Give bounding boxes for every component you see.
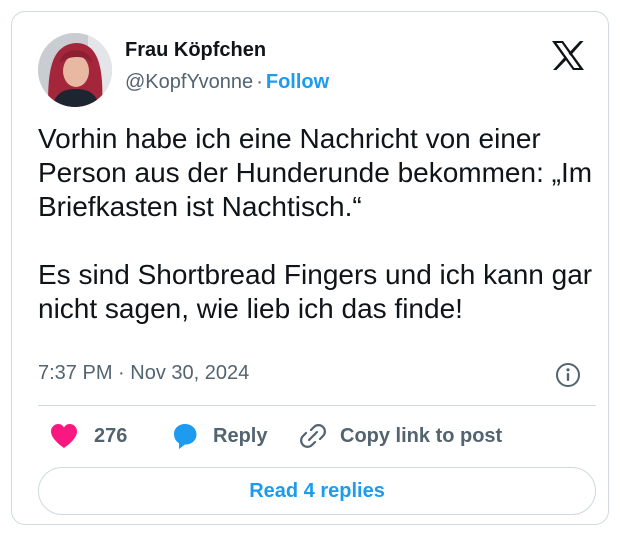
avatar-image	[38, 33, 112, 107]
tweet-timestamp[interactable]: 7:37 PM · Nov 30, 2024	[38, 362, 249, 385]
copy-link-label: Copy link to post	[340, 424, 503, 447]
link-icon	[300, 424, 326, 448]
tweet-paragraph: Es sind Shortbread Fingers und ich kann …	[38, 259, 593, 324]
avatar[interactable]	[38, 33, 112, 107]
reply-label: Reply	[213, 424, 268, 447]
info-icon[interactable]	[555, 362, 581, 388]
action-bar: 276 Reply Copy link to post	[38, 416, 598, 456]
like-button[interactable]: 276	[50, 416, 127, 456]
author-handle-row: @KopfYvonne · Follow	[125, 71, 329, 94]
separator-dot: ·	[256, 71, 263, 93]
copy-link-button[interactable]: Copy link to post	[300, 416, 502, 456]
read-replies-button[interactable]: Read 4 replies	[38, 467, 596, 515]
heart-icon	[51, 424, 77, 448]
like-count: 276	[94, 424, 128, 447]
speech-bubble-icon	[174, 424, 197, 449]
tweet-text: Vorhin habe ich eine Nachricht von einer…	[38, 122, 598, 326]
author-handle[interactable]: @KopfYvonne	[125, 71, 253, 93]
follow-link[interactable]: Follow	[266, 71, 329, 93]
x-logo-icon[interactable]	[551, 40, 585, 71]
tweet-paragraph: Vorhin habe ich eine Nachricht von einer…	[38, 123, 593, 222]
tweet-embed-card: Frau Köpfchen @KopfYvonne · Follow Vorhin …	[11, 11, 609, 525]
read-replies-label: Read 4 replies	[249, 479, 385, 502]
divider	[38, 405, 596, 406]
author-display-name[interactable]: Frau Köpfchen	[125, 39, 266, 62]
reply-button[interactable]: Reply	[171, 416, 267, 456]
